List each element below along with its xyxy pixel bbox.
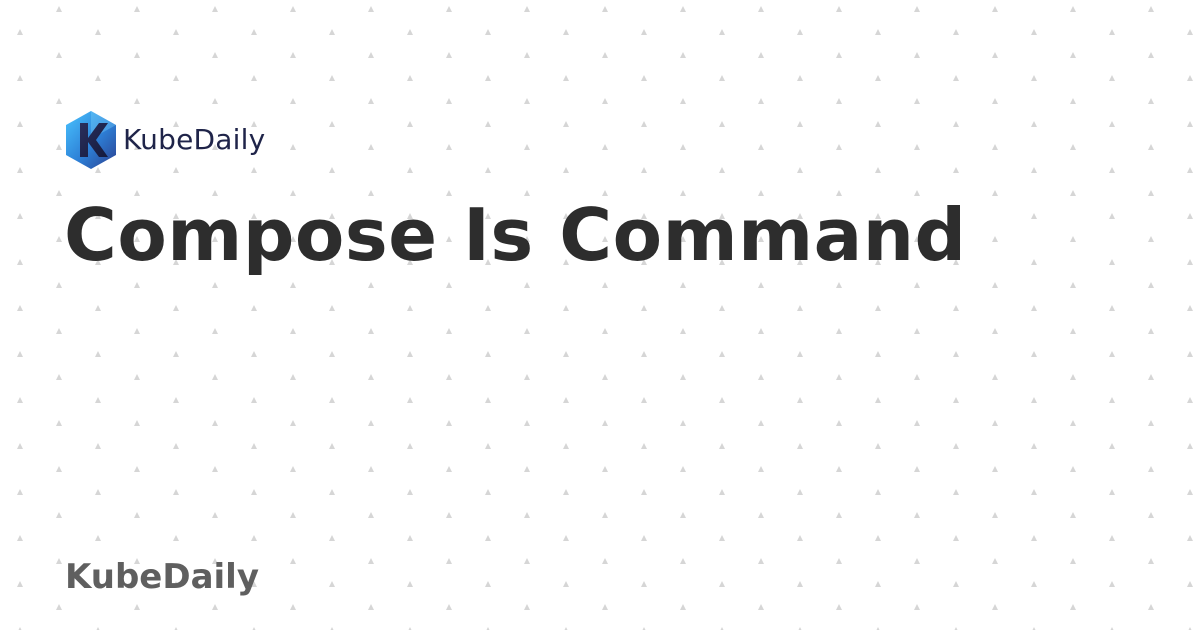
background-dot-pattern bbox=[0, 0, 1200, 630]
brand-logo-text: KubeDaily bbox=[123, 123, 266, 156]
article-title: Compose Is Command bbox=[64, 193, 967, 277]
brand-logo: KubeDaily bbox=[63, 109, 265, 171]
footer-brand-label: KubeDaily bbox=[65, 557, 259, 597]
kubedaily-hexagon-k-icon bbox=[66, 111, 116, 169]
